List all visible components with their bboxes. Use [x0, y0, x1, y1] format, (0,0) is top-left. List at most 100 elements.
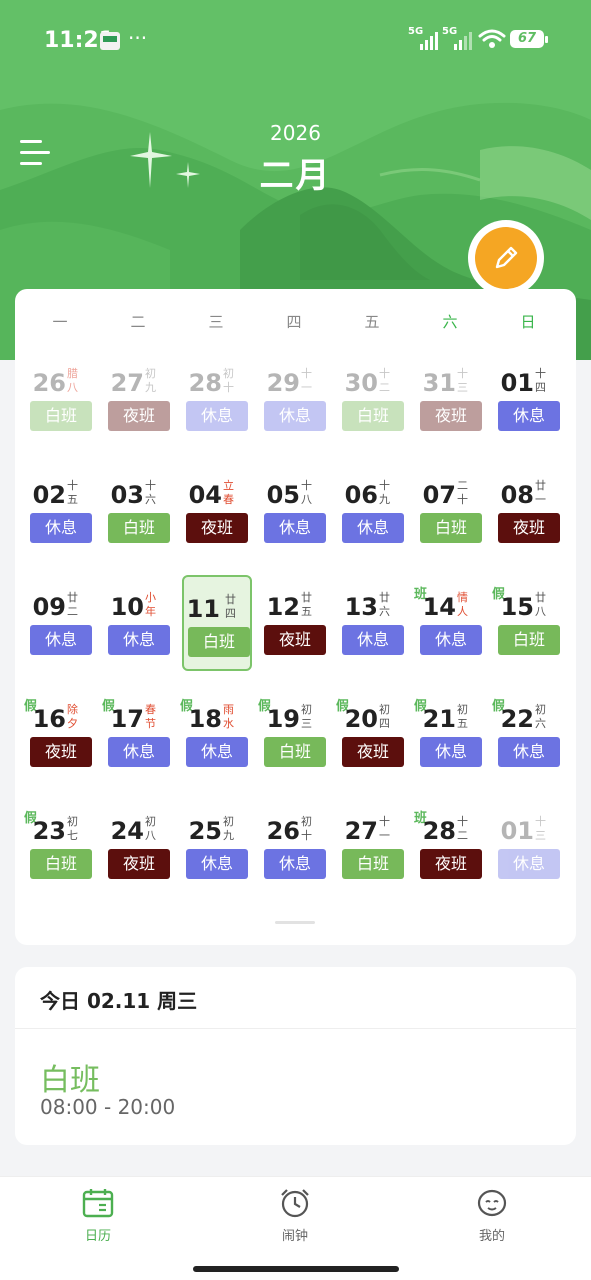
lunar-date: 初十: [301, 815, 312, 842]
lunar-date: 十五: [67, 479, 78, 506]
day-number: 19: [266, 705, 300, 733]
profile-icon: [477, 1189, 507, 1217]
shift-badge: 夜班: [420, 849, 482, 879]
edit-button[interactable]: [475, 227, 537, 289]
day-cell[interactable]: 24 初八 夜班: [104, 799, 174, 895]
home-indicator[interactable]: [193, 1266, 399, 1272]
weekday-label: 二: [130, 313, 146, 331]
day-cell[interactable]: 05 十八 休息: [260, 463, 330, 559]
lunar-date: 初六: [535, 703, 546, 730]
day-number: 06: [344, 481, 378, 509]
day-cell[interactable]: 假 15 廿八 白班: [492, 575, 564, 671]
shift-badge: 休息: [186, 737, 248, 767]
day-cell[interactable]: 08 廿一 夜班: [494, 463, 564, 559]
lunar-date: 十九: [379, 479, 390, 506]
today-card[interactable]: 今日 02.11 周三 白班 08:00 - 20:00: [15, 967, 576, 1145]
tab-alarm[interactable]: 闹钟: [235, 1187, 355, 1244]
day-cell[interactable]: 01 十四 休息: [494, 351, 564, 447]
shift-badge: 休息: [498, 849, 560, 879]
shift-badge: 白班: [264, 737, 326, 767]
day-cell[interactable]: 25 初九 休息: [182, 799, 252, 895]
day-cell[interactable]: 26 腊八 白班: [26, 351, 96, 447]
alarm-clock-icon: [281, 1189, 309, 1218]
day-number: 29: [266, 369, 300, 397]
day-cell[interactable]: 假 18 雨水 休息: [180, 687, 252, 783]
day-cell[interactable]: 28 初十 休息: [182, 351, 252, 447]
weekday-label: 一: [52, 313, 68, 331]
day-cell[interactable]: 假 20 初四 夜班: [336, 687, 408, 783]
day-number: 26: [32, 369, 66, 397]
lunar-date: 初九: [145, 367, 156, 394]
shift-badge: 夜班: [420, 401, 482, 431]
status-bar: 11:21 ··· 5G 5G 67: [0, 0, 591, 80]
day-number: 03: [110, 481, 144, 509]
today-title: 今日 02.11 周三: [40, 989, 198, 1013]
day-number: 25: [188, 817, 222, 845]
shift-badge: 白班: [342, 849, 404, 879]
divider: [15, 1028, 576, 1029]
day-cell[interactable]: 班 28 十二 夜班: [414, 799, 486, 895]
day-cell[interactable]: 假 22 初六 休息: [492, 687, 564, 783]
shift-badge: 休息: [498, 401, 560, 431]
lunar-date: 廿一: [535, 479, 546, 506]
shift-badge: 休息: [342, 513, 404, 543]
day-cell[interactable]: 04 立春 夜班: [182, 463, 252, 559]
day-cell[interactable]: 09 廿二 休息: [26, 575, 96, 671]
day-number: 01: [500, 817, 534, 845]
day-number: 21: [422, 705, 456, 733]
day-cell[interactable]: 假 16 除夕 夜班: [24, 687, 96, 783]
shift-badge: 白班: [30, 849, 92, 879]
day-number: 26: [266, 817, 300, 845]
month-title[interactable]: 二月: [0, 148, 591, 197]
day-number: 30: [344, 369, 378, 397]
day-cell[interactable]: 班 14 情人 休息: [414, 575, 486, 671]
calendar-grid: 一二三四五六日 26 腊八 白班 27 初九 夜班 28 初十 休息 29 十一 休息 30 十二 白班 31…: [15, 289, 576, 945]
day-cell[interactable]: 假 23 初七 白班: [24, 799, 96, 895]
lunar-date: 立春: [223, 479, 234, 506]
tab-profile[interactable]: 我的: [432, 1187, 552, 1244]
day-cell[interactable]: 03 十六 白班: [104, 463, 174, 559]
today-shift-name: 白班: [40, 1063, 100, 1098]
lunar-date: 廿六: [379, 591, 390, 618]
lunar-date: 初九: [223, 815, 234, 842]
weekday-label: 日: [520, 313, 536, 331]
day-number: 09: [32, 593, 66, 621]
day-cell[interactable]: 30 十二 白班: [338, 351, 408, 447]
day-cell[interactable]: 01 十三休息: [494, 799, 564, 895]
more-notifications-icon: ···: [128, 26, 148, 50]
day-number: 11: [186, 595, 220, 623]
notification-icon: [100, 32, 120, 50]
shift-badge: 休息: [342, 625, 404, 655]
shift-badge: 休息: [186, 401, 248, 431]
day-cell[interactable]: 29 十一 休息: [260, 351, 330, 447]
day-cell[interactable]: 13 廿六 休息: [338, 575, 408, 671]
shift-badge: 休息: [420, 625, 482, 655]
day-cell[interactable]: 假 21 初五 休息: [414, 687, 486, 783]
lunar-date: 廿四: [225, 593, 236, 620]
day-cell[interactable]: 10 小年 休息: [104, 575, 174, 671]
lunar-date: 十四: [535, 367, 546, 394]
day-cell[interactable]: 12 廿五 夜班: [260, 575, 330, 671]
day-cell[interactable]: 假 17 春节 休息: [102, 687, 174, 783]
day-cell[interactable]: 27 十一 白班: [338, 799, 408, 895]
shift-badge: 休息: [30, 625, 92, 655]
day-number: 31: [422, 369, 456, 397]
day-cell[interactable]: 27 初九 夜班: [104, 351, 174, 447]
day-number: 22: [500, 705, 534, 733]
day-cell-today[interactable]: 11 廿四 白班: [182, 575, 252, 671]
day-cell[interactable]: 26 初十 休息: [260, 799, 330, 895]
drag-handle[interactable]: [275, 921, 315, 924]
tab-profile-label: 我的: [478, 1229, 505, 1244]
shift-badge: 夜班: [186, 513, 248, 543]
tab-calendar-label: 日历: [84, 1229, 111, 1244]
lunar-date: 十三: [535, 815, 546, 842]
day-cell[interactable]: 07 二十 白班: [416, 463, 486, 559]
lunar-date: 初七: [67, 815, 78, 842]
battery-icon: 67: [510, 30, 548, 48]
day-cell[interactable]: 31 十三 夜班: [416, 351, 486, 447]
day-cell[interactable]: 假 19 初三 白班: [258, 687, 330, 783]
day-cell[interactable]: 06 十九休息: [338, 463, 408, 559]
day-cell[interactable]: 02 十五 休息: [26, 463, 96, 559]
weekday-label: 五: [364, 313, 380, 331]
tab-calendar[interactable]: 日历: [38, 1187, 158, 1244]
